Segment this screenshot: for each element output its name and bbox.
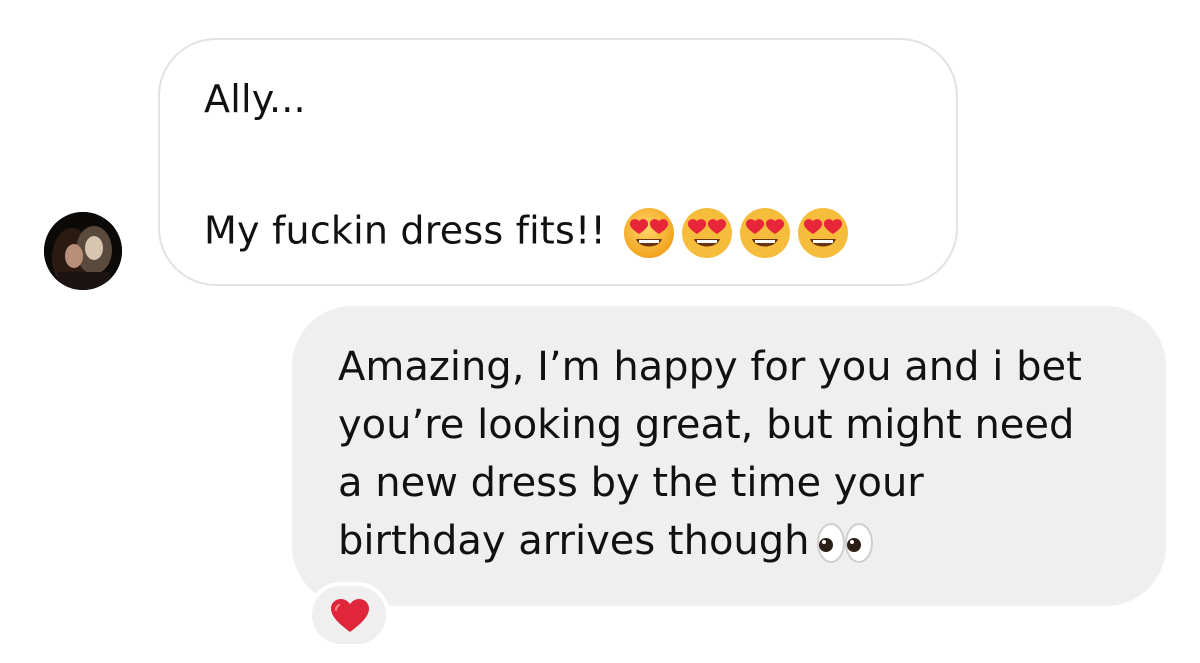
incoming-message-text: My fuckin dress fits!! bbox=[204, 208, 606, 253]
incoming-message-line-2: My fuckin dress fits!! bbox=[204, 206, 850, 260]
smiling-face-with-heart-eyes-icon bbox=[680, 206, 734, 260]
message-reaction[interactable] bbox=[308, 582, 390, 648]
outgoing-message-line-1: Amazing, I’m happy for you and i bet bbox=[338, 344, 1082, 390]
smiling-face-with-heart-eyes-icon bbox=[622, 206, 676, 260]
message-thread: Ally... My fuckin dress fits!! Amazing, … bbox=[0, 0, 1200, 663]
outgoing-message-line-2: you’re looking great, but might need bbox=[338, 402, 1075, 448]
sender-avatar[interactable] bbox=[44, 212, 122, 290]
smiling-face-with-heart-eyes-icon bbox=[796, 206, 850, 260]
red-heart-icon bbox=[331, 599, 369, 632]
outgoing-message-bubble[interactable]: Amazing, I’m happy for you and i bet you… bbox=[292, 306, 1166, 606]
avatar-photo bbox=[44, 212, 122, 290]
outgoing-message-line-4: birthday arrives though bbox=[338, 516, 874, 566]
incoming-message-bubble[interactable]: Ally... My fuckin dress fits!! bbox=[158, 38, 958, 286]
eyes-icon bbox=[816, 521, 874, 565]
smiling-face-with-heart-eyes-icon bbox=[738, 206, 792, 260]
outgoing-message-line-3: a new dress by the time your bbox=[338, 460, 924, 506]
incoming-message-line-1: Ally... bbox=[204, 77, 306, 121]
outgoing-message-text-line-4: birthday arrives though bbox=[338, 518, 810, 564]
